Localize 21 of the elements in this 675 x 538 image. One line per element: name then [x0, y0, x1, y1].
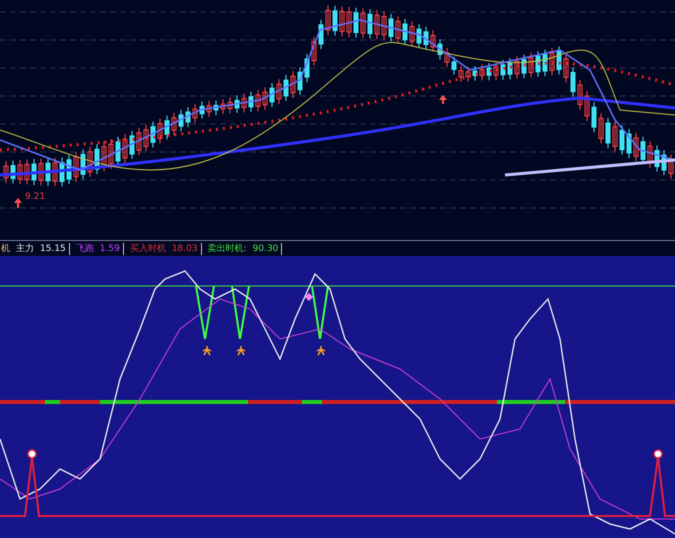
indicator-label: 卖出时机: — [208, 242, 247, 254]
figure-icon — [202, 345, 212, 356]
indicator-value: 90.30 — [252, 242, 282, 254]
signal-spike — [311, 286, 329, 340]
indicator-value: 18.03 — [172, 242, 202, 254]
arrow-up-icon — [439, 95, 447, 104]
figure-icon — [316, 345, 326, 356]
signal-spike — [231, 286, 250, 340]
circle-marker-icon — [27, 449, 37, 459]
indicator-name: 机 — [1, 242, 10, 254]
indicator-label: 买入时机 — [130, 242, 166, 254]
price-label: 9.21 — [25, 192, 46, 203]
diamond-icon — [305, 293, 313, 301]
indicator-label: 飞跑 — [76, 242, 94, 254]
circle-marker-icon — [653, 449, 663, 459]
arrow-up-icon — [14, 198, 22, 208]
figure-icon — [236, 345, 246, 356]
indicator-value: 15.15 — [40, 242, 70, 254]
signal-spike — [195, 286, 215, 340]
indicator-label: 主力 — [16, 242, 34, 254]
indicator-value: 1.59 — [100, 242, 124, 254]
